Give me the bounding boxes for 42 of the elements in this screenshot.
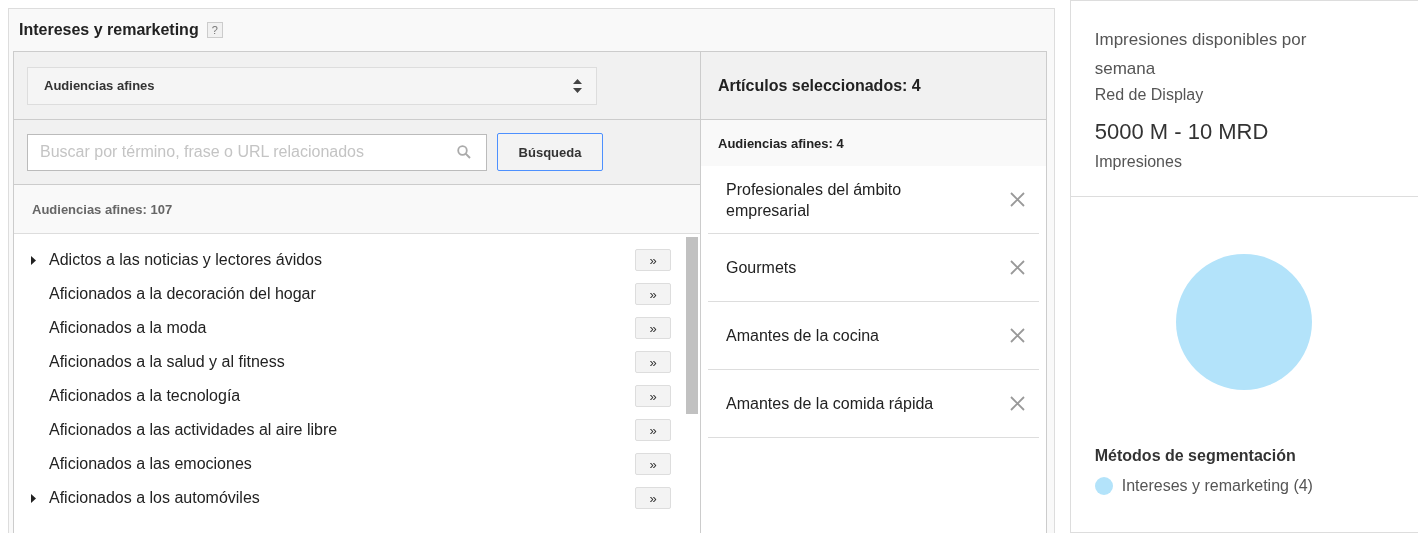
add-button[interactable]: » bbox=[635, 419, 671, 441]
search-button[interactable]: Búsqueda bbox=[497, 133, 603, 171]
result-count: Audiencias afines: 107 bbox=[32, 201, 173, 217]
expand-triangle-icon[interactable] bbox=[31, 255, 36, 265]
summary-title: Impresiones disponibles por semana bbox=[1094, 29, 1308, 80]
selected-item: Profesionales del ámbito empresarial bbox=[726, 179, 903, 221]
legend-label: Intereses y remarketing (4) bbox=[1121, 477, 1313, 495]
add-button[interactable]: » bbox=[635, 453, 671, 475]
close-icon[interactable] bbox=[1009, 396, 1025, 411]
audience-dropdown[interactable]: Audiencias afines bbox=[27, 66, 597, 105]
audience-item[interactable]: Adictos a las noticias y lectores ávidos bbox=[49, 251, 635, 269]
selected-title: Artículos seleccionados: 4 bbox=[718, 76, 921, 95]
close-icon[interactable] bbox=[1009, 328, 1025, 343]
selected-item: Amantes de la cocina bbox=[726, 326, 880, 346]
search-icon bbox=[457, 144, 471, 159]
expand-triangle-icon[interactable] bbox=[31, 493, 36, 503]
audience-item[interactable]: Aficionados a las emociones bbox=[49, 455, 635, 473]
panel-title: Intereses y remarketing bbox=[19, 21, 199, 39]
audience-item[interactable]: Aficionados a la moda bbox=[49, 319, 635, 337]
selected-item: Gourmets bbox=[726, 258, 798, 278]
audience-item[interactable]: Aficionados a las actividades al aire libre bbox=[49, 421, 635, 439]
close-icon[interactable] bbox=[1009, 192, 1025, 207]
legend-title: Métodos de segmentación bbox=[1093, 447, 1297, 465]
impressions-range: 5000 M - 10 MRD bbox=[1094, 118, 1270, 146]
add-button[interactable]: » bbox=[635, 487, 671, 509]
add-button[interactable]: » bbox=[635, 351, 671, 373]
add-button[interactable]: » bbox=[635, 283, 671, 305]
add-button[interactable]: » bbox=[635, 317, 671, 339]
group-label: Audiencias afines: 4 bbox=[718, 135, 844, 151]
network-label: Red de Display bbox=[1094, 85, 1205, 105]
audience-item[interactable]: Aficionados a la decoración del hogar bbox=[49, 285, 635, 303]
selected-item: Amantes de la comida rápida bbox=[726, 394, 935, 414]
sort-arrows-icon bbox=[573, 78, 582, 93]
help-button[interactable]: ? bbox=[206, 22, 223, 38]
search-field[interactable]: Buscar por término, frase o URL relacionados bbox=[27, 133, 487, 171]
impressions-label: Impresiones bbox=[1094, 153, 1183, 171]
add-button[interactable]: » bbox=[635, 385, 671, 407]
audience-item[interactable]: Aficionados a la salud y al fitness bbox=[49, 353, 635, 371]
audience-item[interactable]: Aficionados a los automóviles bbox=[49, 489, 635, 507]
audience-item[interactable]: Aficionados a la tecnología bbox=[49, 387, 635, 405]
add-button[interactable]: » bbox=[635, 249, 671, 271]
close-icon[interactable] bbox=[1009, 260, 1025, 275]
